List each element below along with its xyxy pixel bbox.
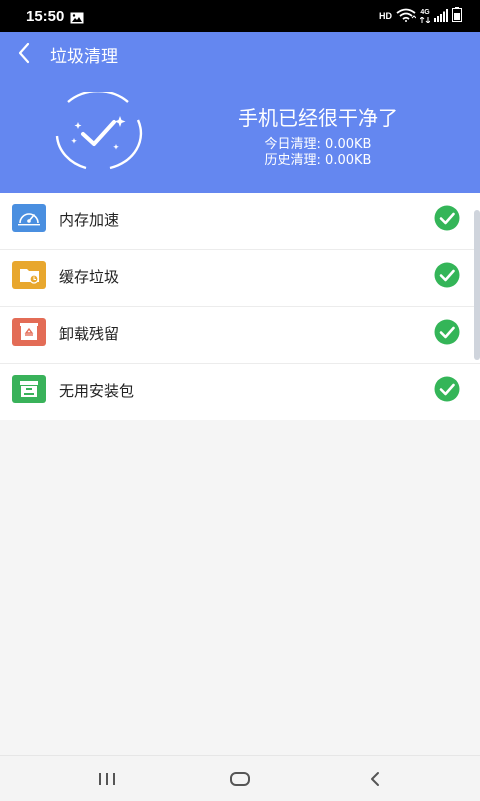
status-icons: HD 4G — [379, 6, 462, 26]
nav-back-button[interactable] — [345, 756, 405, 801]
page-title: 垃圾清理 — [50, 47, 118, 67]
battery-icon — [452, 6, 462, 26]
back-icon — [371, 771, 379, 786]
check-icon — [434, 376, 460, 406]
navigation-bar — [0, 755, 480, 801]
signal-icon — [434, 7, 448, 26]
list-item-label: 缓存垃圾 — [59, 268, 120, 286]
list-item-apk-package[interactable]: 无用安装包 — [0, 364, 480, 420]
check-icon — [434, 319, 460, 349]
list-item-memory-speed[interactable]: 内存加速 — [0, 193, 480, 250]
list-item-label: 无用安装包 — [59, 382, 135, 400]
hd-indicator: HD — [379, 11, 392, 21]
list-item-label: 卸载残留 — [59, 325, 120, 343]
network-type: 4G — [420, 9, 430, 16]
back-arrow-icon — [18, 42, 30, 64]
clean-category-list: 内存加速 缓存垃圾 卸载残留 无用安装包 — [0, 193, 480, 420]
cache-folder-icon — [12, 261, 46, 289]
home-icon — [230, 771, 250, 786]
list-item-cache-junk[interactable]: 缓存垃圾 — [0, 250, 480, 307]
back-button[interactable] — [14, 40, 38, 66]
memory-speed-icon — [12, 204, 46, 232]
check-icon — [434, 205, 460, 235]
scrollbar[interactable] — [474, 210, 480, 360]
wifi-icon — [396, 7, 417, 26]
history-clean-stat: 历史清理: 0.00KB — [264, 153, 372, 168]
uninstall-residue-icon — [12, 318, 46, 346]
check-icon — [434, 262, 460, 292]
clean-emblem-icon — [50, 90, 146, 174]
status-bar: 15:50 HD 4G — [0, 0, 480, 32]
gallery-icon — [70, 9, 84, 28]
apk-package-icon — [12, 375, 46, 403]
status-time: 15:50 — [26, 8, 65, 25]
recent-apps-icon — [99, 772, 115, 785]
home-button[interactable] — [210, 756, 270, 801]
network-indicator: 4G — [420, 9, 430, 23]
recent-apps-button[interactable] — [77, 756, 137, 801]
header: 垃圾清理 手机已经很干净了 今日清理: 0.00KB 历史清理: 0.00KB — [0, 32, 480, 193]
list-item-uninstall-residue[interactable]: 卸载残留 — [0, 307, 480, 364]
list-item-label: 内存加速 — [59, 211, 120, 229]
clean-status-headline: 手机已经很干净了 — [238, 106, 398, 130]
